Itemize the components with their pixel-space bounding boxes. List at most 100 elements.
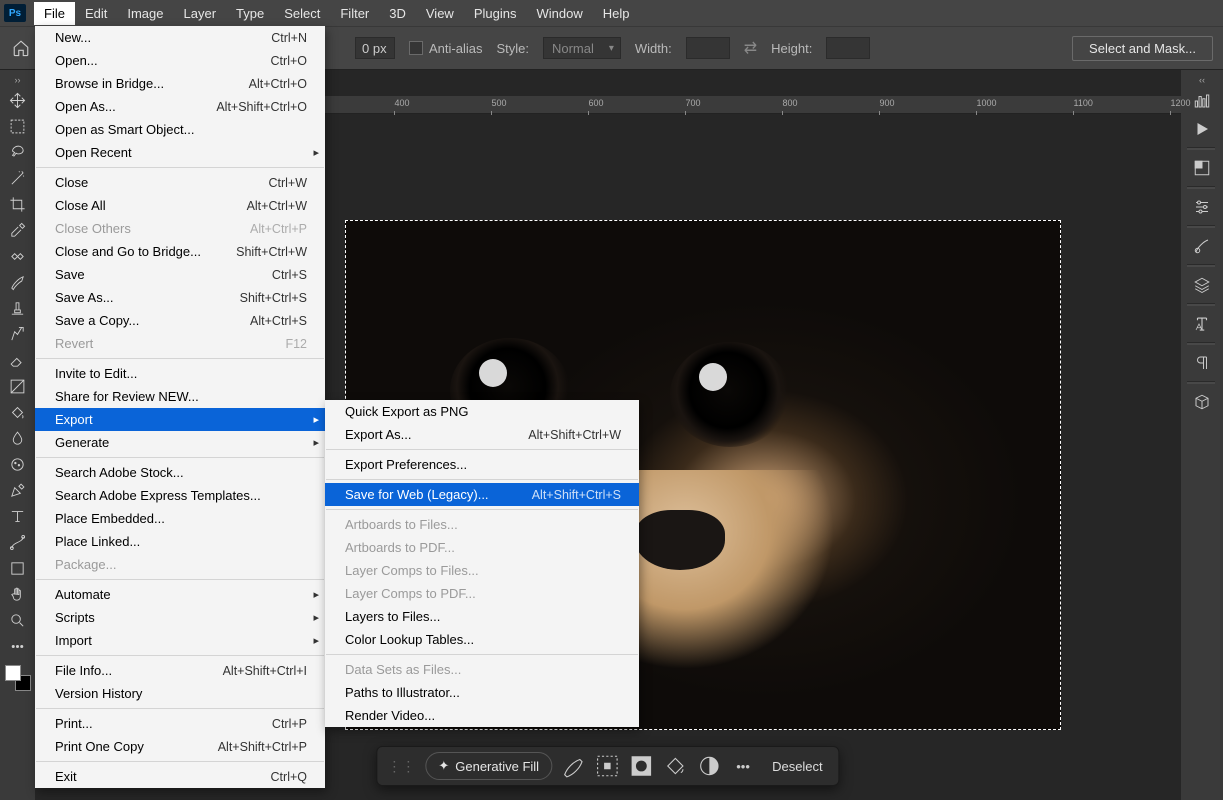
color-swatches[interactable] bbox=[5, 665, 31, 691]
file-menu-item-18[interactable]: Export bbox=[35, 408, 325, 431]
generative-fill-button[interactable]: ✦ Generative Fill bbox=[425, 752, 552, 780]
antialias-checkbox[interactable] bbox=[409, 41, 423, 55]
export-menu-item-12[interactable]: Color Lookup Tables... bbox=[325, 628, 639, 651]
file-menu-item-32[interactable]: Version History bbox=[35, 682, 325, 705]
tool-shape[interactable] bbox=[3, 555, 33, 581]
tool-eraser[interactable] bbox=[3, 347, 33, 373]
file-menu-item-11[interactable]: SaveCtrl+S bbox=[35, 263, 325, 286]
tool-heal[interactable] bbox=[3, 243, 33, 269]
tool-dots[interactable] bbox=[3, 633, 33, 659]
tool-hand[interactable] bbox=[3, 581, 33, 607]
export-menu-item-0[interactable]: Quick Export as PNG bbox=[325, 400, 639, 423]
menu-filter[interactable]: Filter bbox=[330, 2, 379, 25]
more-icon[interactable]: ••• bbox=[730, 753, 756, 779]
file-menu-item-16[interactable]: Invite to Edit... bbox=[35, 362, 325, 385]
menu-3d[interactable]: 3D bbox=[379, 2, 416, 25]
brush-settings[interactable] bbox=[1187, 232, 1217, 260]
home-icon[interactable] bbox=[10, 37, 32, 59]
play-icon[interactable] bbox=[1187, 115, 1217, 143]
swap-dims-icon[interactable]: ⇄ bbox=[744, 38, 757, 58]
expand-toolbar-icon[interactable]: ›› bbox=[0, 73, 35, 87]
file-menu-item-19[interactable]: Generate bbox=[35, 431, 325, 454]
width-field[interactable] bbox=[686, 37, 730, 59]
file-menu-item-21[interactable]: Search Adobe Stock... bbox=[35, 461, 325, 484]
layers-icon[interactable] bbox=[1187, 271, 1217, 299]
export-menu-item-15[interactable]: Paths to Illustrator... bbox=[325, 681, 639, 704]
export-menu-item-5[interactable]: Save for Web (Legacy)...Alt+Shift+Ctrl+S bbox=[325, 483, 639, 506]
select-and-mask-button[interactable]: Select and Mask... bbox=[1072, 36, 1213, 61]
tool-crop[interactable] bbox=[3, 191, 33, 217]
file-menu-item-28[interactable]: Scripts bbox=[35, 606, 325, 629]
file-menu-item-12[interactable]: Save As...Shift+Ctrl+S bbox=[35, 286, 325, 309]
file-menu-item-35[interactable]: Print One CopyAlt+Shift+Ctrl+P bbox=[35, 735, 325, 758]
adjust-icon[interactable] bbox=[696, 753, 722, 779]
adjustments[interactable] bbox=[1187, 193, 1217, 221]
export-menu-item-11[interactable]: Layers to Files... bbox=[325, 605, 639, 628]
tool-eyedrop[interactable] bbox=[3, 217, 33, 243]
file-menu-item-13[interactable]: Save a Copy...Alt+Ctrl+S bbox=[35, 309, 325, 332]
file-menu-item-23[interactable]: Place Embedded... bbox=[35, 507, 325, 530]
collapse-right-icon[interactable]: ‹‹ bbox=[1199, 73, 1205, 87]
menu-window[interactable]: Window bbox=[526, 2, 592, 25]
file-menu-item-8[interactable]: Close AllAlt+Ctrl+W bbox=[35, 194, 325, 217]
menu-plugins[interactable]: Plugins bbox=[464, 2, 527, 25]
tool-pen[interactable] bbox=[3, 477, 33, 503]
deselect-button[interactable]: Deselect bbox=[764, 759, 831, 774]
modify-selection-icon[interactable] bbox=[594, 753, 620, 779]
menu-file[interactable]: File bbox=[34, 2, 75, 25]
tool-blur[interactable] bbox=[3, 425, 33, 451]
mask-icon[interactable] bbox=[628, 753, 654, 779]
tool-path[interactable] bbox=[3, 529, 33, 555]
file-menu-item-10[interactable]: Close and Go to Bridge...Shift+Ctrl+W bbox=[35, 240, 325, 263]
tool-wand[interactable] bbox=[3, 165, 33, 191]
file-menu-item-4[interactable]: Open as Smart Object... bbox=[35, 118, 325, 141]
file-menu-item-27[interactable]: Automate bbox=[35, 583, 325, 606]
tool-type[interactable] bbox=[3, 503, 33, 529]
tool-marquee[interactable] bbox=[3, 113, 33, 139]
file-menu-item-3[interactable]: Open As...Alt+Shift+Ctrl+O bbox=[35, 95, 325, 118]
file-menu-item-5[interactable]: Open Recent bbox=[35, 141, 325, 164]
export-menu-item-16[interactable]: Render Video... bbox=[325, 704, 639, 727]
tool-gradient[interactable] bbox=[3, 373, 33, 399]
file-menu-item-17[interactable]: Share for Review NEW... bbox=[35, 385, 325, 408]
histogram[interactable] bbox=[1187, 87, 1217, 115]
menu-edit[interactable]: Edit bbox=[75, 2, 117, 25]
swatches[interactable] bbox=[1187, 154, 1217, 182]
tool-brush[interactable] bbox=[3, 269, 33, 295]
style-select[interactable]: Normal bbox=[543, 37, 621, 59]
app-logo[interactable]: Ps bbox=[4, 4, 26, 22]
tool-history[interactable] bbox=[3, 321, 33, 347]
menu-image[interactable]: Image bbox=[117, 2, 173, 25]
file-menu-item-31[interactable]: File Info...Alt+Shift+Ctrl+I bbox=[35, 659, 325, 682]
menu-select[interactable]: Select bbox=[274, 2, 330, 25]
fill-icon[interactable] bbox=[662, 753, 688, 779]
paragraph-icon[interactable] bbox=[1187, 349, 1217, 377]
export-menu-item-3[interactable]: Export Preferences... bbox=[325, 453, 639, 476]
menu-help[interactable]: Help bbox=[593, 2, 640, 25]
cube-icon[interactable] bbox=[1187, 388, 1217, 416]
file-menu-item-0[interactable]: New...Ctrl+N bbox=[35, 26, 325, 49]
export-menu-item-1[interactable]: Export As...Alt+Shift+Ctrl+W bbox=[325, 423, 639, 446]
fg-color-swatch[interactable] bbox=[5, 665, 21, 681]
file-menu-item-34[interactable]: Print...Ctrl+P bbox=[35, 712, 325, 735]
tool-move[interactable] bbox=[3, 87, 33, 113]
menu-layer[interactable]: Layer bbox=[174, 2, 227, 25]
file-menu-item-24[interactable]: Place Linked... bbox=[35, 530, 325, 553]
tool-lasso[interactable] bbox=[3, 139, 33, 165]
text-icon[interactable] bbox=[1187, 310, 1217, 338]
tool-bucket[interactable] bbox=[3, 399, 33, 425]
menu-view[interactable]: View bbox=[416, 2, 464, 25]
tool-zoom[interactable] bbox=[3, 607, 33, 633]
file-menu-item-2[interactable]: Browse in Bridge...Alt+Ctrl+O bbox=[35, 72, 325, 95]
brush-selection-icon[interactable] bbox=[560, 753, 586, 779]
file-menu-item-29[interactable]: Import bbox=[35, 629, 325, 652]
drag-handle-icon[interactable]: ⋮⋮ bbox=[385, 758, 417, 775]
tool-sponge[interactable] bbox=[3, 451, 33, 477]
file-menu-item-22[interactable]: Search Adobe Express Templates... bbox=[35, 484, 325, 507]
tool-stamp[interactable] bbox=[3, 295, 33, 321]
menu-type[interactable]: Type bbox=[226, 2, 274, 25]
feather-field[interactable]: 0 px bbox=[355, 37, 395, 59]
file-menu-item-37[interactable]: ExitCtrl+Q bbox=[35, 765, 325, 788]
file-menu-item-1[interactable]: Open...Ctrl+O bbox=[35, 49, 325, 72]
height-field[interactable] bbox=[826, 37, 870, 59]
